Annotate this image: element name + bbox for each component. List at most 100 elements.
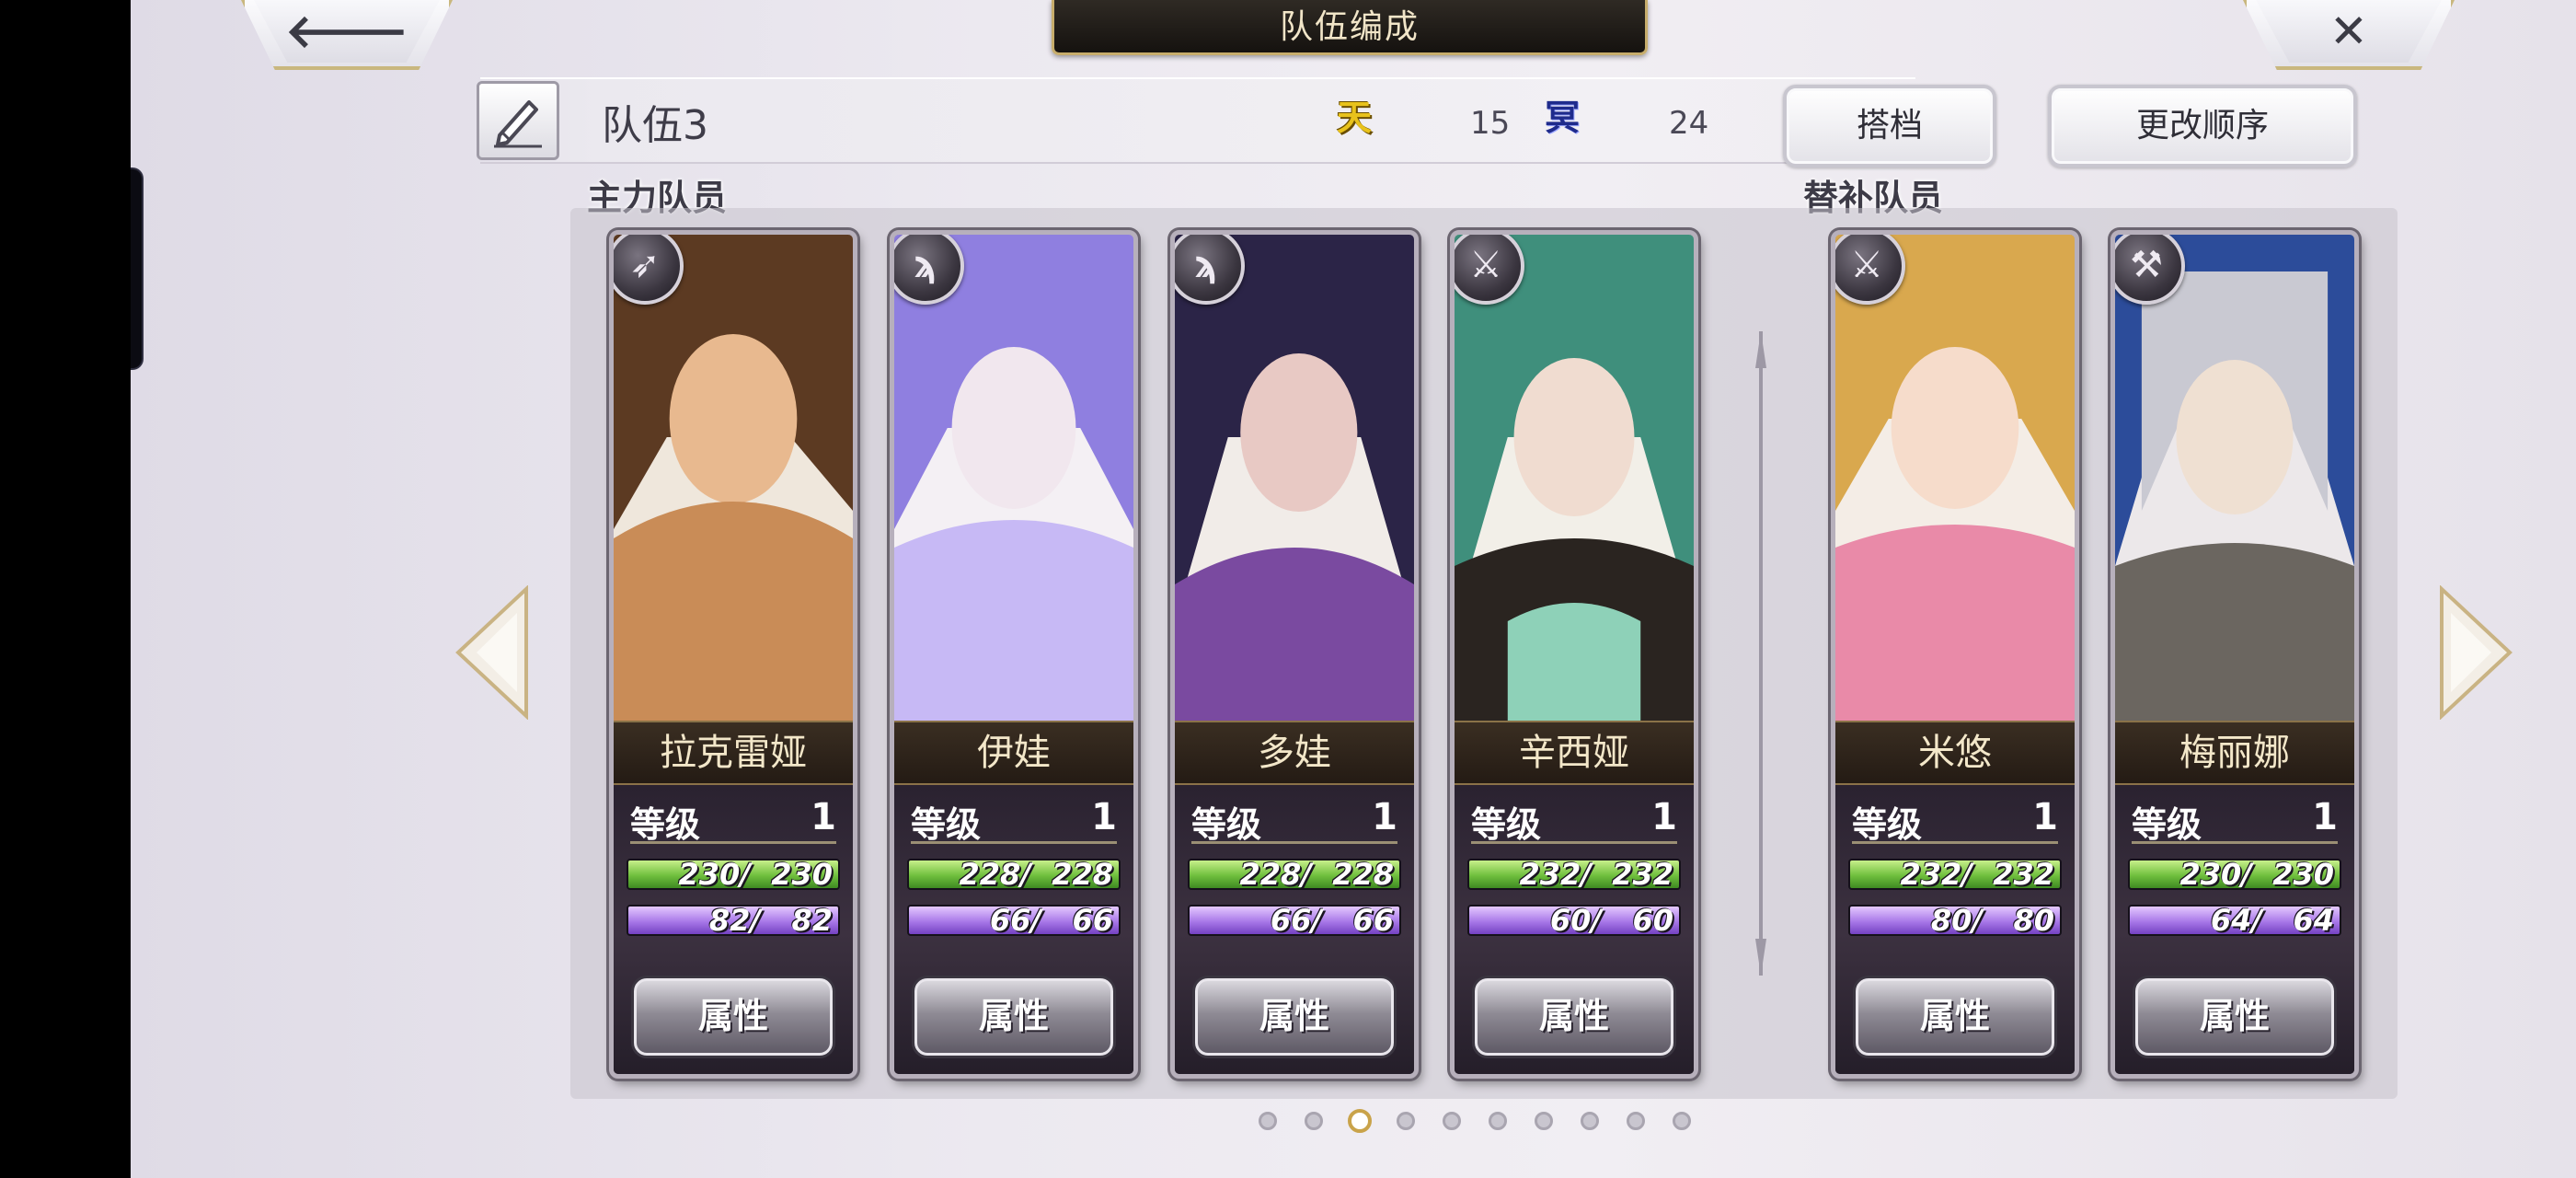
character-name: 梅丽娜 (2115, 721, 2354, 785)
mp-value: 80/ 80 (1930, 905, 2054, 936)
character-name: 拉克雷娅 (614, 721, 853, 785)
character-card[interactable]: ⚔ 辛西娅 等级 1 232/ 232 60/ 60 属性 (1450, 230, 1698, 1079)
character-card[interactable]: ➶ 拉克雷娅 等级 1 230/ 230 82/ 82 属性 (609, 230, 857, 1079)
sword-icon: ⚔ (1835, 235, 1905, 305)
back-arrow-icon: 🡐 (284, 5, 409, 58)
level-label: 等级 (2132, 804, 2202, 845)
page-dot-active[interactable] (1348, 1109, 1372, 1133)
change-order-button[interactable]: 更改顺序 (2048, 85, 2357, 167)
hp-value: 232/ 232 (1519, 859, 1673, 890)
character-card[interactable]: ⚒ 梅丽娜 等级 1 230/ 230 64/ 64 属性 (2110, 230, 2359, 1079)
hp-value: 228/ 228 (959, 859, 1113, 890)
hp-bar: 232/ 232 (1467, 859, 1681, 890)
mp-bar: 60/ 60 (1467, 905, 1681, 936)
character-portrait (614, 235, 853, 721)
mp-bar: 80/ 80 (1848, 905, 2062, 936)
level-value: 1 (1372, 796, 1397, 838)
team-name: 队伍3 (602, 102, 708, 149)
character-name: 米悠 (1835, 721, 2075, 785)
level-value: 1 (2032, 796, 2058, 838)
mp-bar: 82/ 82 (627, 905, 840, 936)
rename-team-button[interactable] (477, 81, 559, 160)
page-dot[interactable] (1397, 1112, 1415, 1130)
game-screen: 🡐 队伍编成 ✕ 队伍3 天 15 冥 24 搭档 更改顺序 主力队员 替补队员 (131, 0, 2576, 1178)
attributes-button[interactable]: 属性 (1195, 978, 1394, 1056)
mp-value: 82/ 82 (708, 905, 833, 936)
mp-value: 66/ 66 (989, 905, 1113, 936)
character-portrait (2115, 235, 2354, 721)
next-page-arrow-icon[interactable] (2432, 585, 2515, 720)
character-name: 多娃 (1175, 721, 1414, 785)
underworld-count: 24 (1669, 105, 1709, 142)
side-handle (131, 167, 144, 370)
level-value: 1 (1651, 796, 1677, 838)
hp-bar: 232/ 232 (1848, 859, 2062, 890)
partner-button[interactable]: 搭档 (1783, 85, 1996, 167)
level-value: 1 (811, 796, 836, 838)
page-dot[interactable] (1305, 1112, 1323, 1130)
hp-bar: 228/ 228 (1188, 859, 1401, 890)
page-dot[interactable] (1627, 1112, 1645, 1130)
screen-title-plate: 队伍编成 (1052, 0, 1648, 55)
level-label: 等级 (1471, 804, 1542, 845)
level-value: 1 (2312, 796, 2338, 838)
page-dot[interactable] (1535, 1112, 1553, 1130)
sky-element-icon: 天 (1336, 98, 1372, 138)
attributes-button[interactable]: 属性 (1856, 978, 2054, 1056)
character-portrait (894, 235, 1133, 721)
panel-divider (1755, 331, 1766, 976)
level-label: 等级 (630, 804, 701, 845)
level-value: 1 (1091, 796, 1117, 838)
character-card[interactable]: ⚔ 米悠 等级 1 232/ 232 80/ 80 属性 (1831, 230, 2079, 1079)
character-stats: 等级 1 228/ 228 66/ 66 属性 (1175, 785, 1414, 1074)
page-indicator (1259, 1108, 1737, 1134)
attributes-button[interactable]: 属性 (914, 978, 1113, 1056)
character-stats: 等级 1 232/ 232 80/ 80 属性 (1835, 785, 2075, 1074)
character-stats: 等级 1 232/ 232 60/ 60 属性 (1455, 785, 1694, 1074)
sky-count: 15 (1470, 105, 1511, 142)
hp-bar: 230/ 230 (627, 859, 840, 890)
page-dot[interactable] (1489, 1112, 1507, 1130)
page-dot[interactable] (1443, 1112, 1461, 1130)
hp-value: 228/ 228 (1239, 859, 1394, 890)
level-label: 等级 (911, 804, 982, 845)
close-button[interactable]: ✕ (2243, 0, 2455, 70)
hp-bar: 228/ 228 (907, 859, 1121, 890)
character-card[interactable]: ϡ 多娃 等级 1 228/ 228 66/ 66 属性 (1170, 230, 1419, 1079)
hammer-icon: ⚒ (2115, 235, 2185, 305)
mp-bar: 66/ 66 (1188, 905, 1401, 936)
staff-icon: ϡ (1175, 235, 1245, 305)
level-label: 等级 (1191, 804, 1262, 845)
close-icon: ✕ (2329, 5, 2368, 58)
hp-value: 230/ 230 (678, 859, 833, 890)
staff-icon: ϡ (894, 235, 964, 305)
character-portrait (1455, 235, 1694, 721)
mp-value: 66/ 66 (1270, 905, 1394, 936)
mp-bar: 64/ 64 (2128, 905, 2341, 936)
character-stats: 等级 1 230/ 230 82/ 82 属性 (614, 785, 853, 1074)
hp-value: 232/ 232 (1900, 859, 2054, 890)
character-name: 辛西娅 (1455, 721, 1694, 785)
mp-value: 60/ 60 (1549, 905, 1673, 936)
character-card[interactable]: ϡ 伊娃 等级 1 228/ 228 66/ 66 属性 (890, 230, 1138, 1079)
character-name: 伊娃 (894, 721, 1133, 785)
page-dot[interactable] (1673, 1112, 1691, 1130)
attributes-button[interactable]: 属性 (1475, 978, 1673, 1056)
prev-page-arrow-icon[interactable] (453, 585, 535, 720)
character-stats: 等级 1 230/ 230 64/ 64 属性 (2115, 785, 2354, 1074)
bow-icon: ➶ (614, 235, 684, 305)
mp-bar: 66/ 66 (907, 905, 1121, 936)
hp-bar: 230/ 230 (2128, 859, 2341, 890)
page-dot[interactable] (1581, 1112, 1599, 1130)
page-dot[interactable] (1259, 1112, 1277, 1130)
attributes-button[interactable]: 属性 (634, 978, 833, 1056)
mp-value: 64/ 64 (2210, 905, 2334, 936)
character-stats: 等级 1 228/ 228 66/ 66 属性 (894, 785, 1133, 1074)
level-label: 等级 (1852, 804, 1923, 845)
character-portrait (1835, 235, 2075, 721)
attributes-button[interactable]: 属性 (2135, 978, 2334, 1056)
back-button[interactable]: 🡐 (241, 0, 453, 70)
character-portrait (1175, 235, 1414, 721)
underworld-element-icon: 冥 (1544, 98, 1580, 138)
pencil-icon (494, 100, 542, 148)
